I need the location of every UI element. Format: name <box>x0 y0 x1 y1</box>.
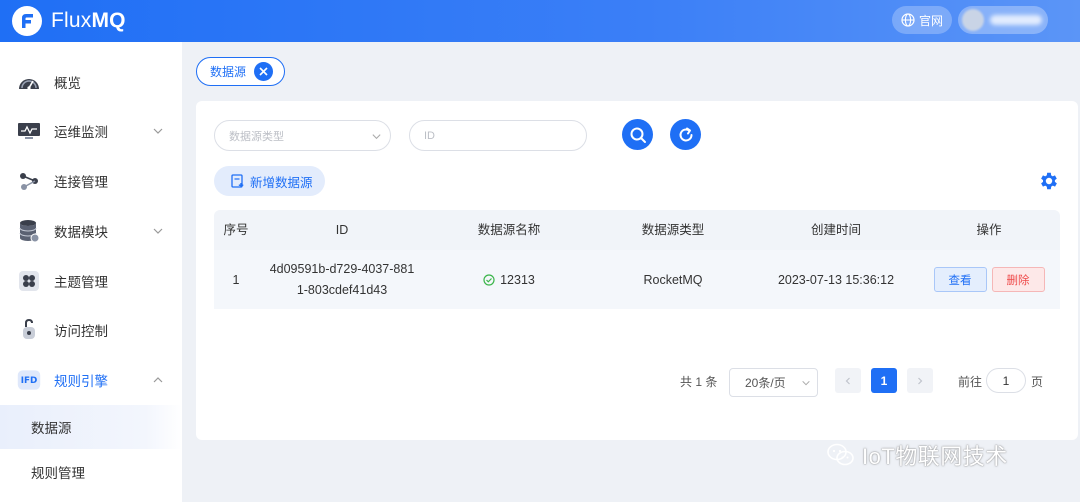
search-button[interactable] <box>622 119 653 150</box>
column-header-index: 序号 <box>223 223 249 237</box>
tab-datasource[interactable]: 数据源 <box>196 57 285 86</box>
row-created: 2023-07-13 15:36:12 <box>777 272 895 287</box>
column-header-actions: 操作 <box>976 223 1002 237</box>
sidebar: 概览 运维监测 连接管理 数据模块 主题管理 访问控制 IFD 规则引擎 数据源… <box>0 42 182 502</box>
sidebar-item-data-modules[interactable]: 数据模块 <box>0 207 182 255</box>
row-id-line-1: 4d09591b-d729-4037-881 <box>269 261 415 276</box>
sidebar-item-rule-engine[interactable]: IFD 规则引擎 <box>0 356 182 404</box>
page-size-select[interactable]: 20条/页 <box>729 368 818 397</box>
rule-engine-icon: IFD <box>17 368 41 392</box>
row-actions: 查看 删除 <box>918 250 1060 309</box>
search-icon <box>630 127 646 143</box>
sidebar-item-access-control[interactable]: 访问控制 <box>0 306 182 354</box>
sidebar-item-label: 连接管理 <box>54 175 108 190</box>
goto-page-input[interactable]: 1 <box>986 368 1026 393</box>
sidebar-subitem-label: 规则管理 <box>31 466 85 481</box>
column-header-name: 数据源名称 <box>477 223 541 237</box>
sidebar-item-label: 运维监测 <box>54 125 108 140</box>
user-name-blurred <box>990 15 1042 25</box>
wechat-icon <box>827 443 854 466</box>
select-placeholder: 数据源类型 <box>229 130 284 143</box>
row-type: RocketMQ <box>643 272 703 287</box>
chevron-down-icon <box>153 128 163 134</box>
watermark-text: IoT物联网技术 <box>862 444 1008 469</box>
tab-label: 数据源 <box>210 65 247 79</box>
watermark: IoT物联网技术 <box>826 440 1008 470</box>
chevron-right-icon <box>918 377 923 384</box>
access-control-icon <box>17 318 41 342</box>
sidebar-item-label: 访问控制 <box>54 324 108 339</box>
sidebar-item-label: 主题管理 <box>54 275 108 290</box>
delete-button[interactable]: 删除 <box>991 267 1045 292</box>
add-datasource-label: 新增数据源 <box>250 175 313 190</box>
table-row: 1 4d09591b-d729-4037-881 1-803cdef41d43 … <box>214 250 1060 309</box>
close-icon[interactable] <box>254 62 273 81</box>
refresh-button[interactable] <box>670 119 701 150</box>
chevron-down-icon <box>153 228 163 234</box>
next-page-button[interactable] <box>907 368 933 393</box>
sidebar-subitem-label: 数据源 <box>31 421 72 436</box>
official-site-label: 官网 <box>918 13 943 28</box>
topics-icon <box>17 269 41 293</box>
chevron-left-icon <box>845 377 850 384</box>
column-header-type: 数据源类型 <box>641 223 705 237</box>
dashboard-gauge-icon <box>17 70 41 94</box>
sidebar-item-topics[interactable]: 主题管理 <box>0 257 182 305</box>
sidebar-subitem-rules[interactable]: 规则管理 <box>0 450 182 494</box>
sidebar-subitem-datasource[interactable]: 数据源 <box>0 405 182 449</box>
page-number-current[interactable]: 1 <box>871 368 897 393</box>
input-placeholder: ID <box>424 129 435 142</box>
page-size-value: 20条/页 <box>745 376 786 390</box>
column-header-created: 创建时间 <box>810 223 861 237</box>
globe-icon <box>901 13 915 27</box>
column-header-id: ID <box>335 223 349 237</box>
sidebar-item-label: 规则引擎 <box>54 374 108 389</box>
add-datasource-button[interactable]: 新增数据源 <box>214 166 325 196</box>
svg-text:IFD: IFD <box>21 376 38 386</box>
refresh-icon <box>679 127 692 141</box>
row-name: 12313 <box>426 250 592 309</box>
top-bar: FluxMQ 官网 <box>0 0 1080 42</box>
check-circle-icon <box>483 273 495 286</box>
table-header: 序号 ID 数据源名称 数据源类型 创建时间 操作 <box>214 210 1060 250</box>
id-search-input[interactable]: ID <box>409 120 587 151</box>
logo-f-icon <box>12 6 42 36</box>
sidebar-item-ops-monitoring[interactable]: 运维监测 <box>0 107 182 155</box>
app-logo[interactable]: FluxMQ <box>12 6 126 36</box>
row-id: 4d09591b-d729-4037-881 1-803cdef41d43 <box>258 250 426 309</box>
avatar <box>962 9 984 31</box>
monitor-icon <box>17 119 41 143</box>
connections-icon <box>17 169 41 193</box>
chevron-up-icon <box>153 377 163 383</box>
sidebar-item-connections[interactable]: 连接管理 <box>0 157 182 205</box>
official-site-button[interactable]: 官网 <box>892 6 952 34</box>
view-button[interactable]: 查看 <box>933 267 987 292</box>
chevron-down-icon <box>372 134 381 140</box>
row-name-text: 12313 <box>500 272 535 287</box>
app-name: FluxMQ <box>51 9 126 32</box>
main-panel: 数据源类型 ID 新增数据源 序号 ID 数据源名称 数据源类型 创建时间 操作… <box>196 101 1078 440</box>
pagination-total: 共 1 条 <box>680 375 718 389</box>
add-document-icon <box>231 174 244 188</box>
row-id-line-2: 1-803cdef41d43 <box>296 282 388 297</box>
user-menu[interactable] <box>958 6 1048 34</box>
sidebar-item-label: 数据模块 <box>54 225 108 240</box>
chevron-down-icon <box>802 380 810 386</box>
prev-page-button[interactable] <box>835 368 861 393</box>
database-icon <box>17 219 41 243</box>
goto-label: 前往 <box>958 375 983 389</box>
gear-icon[interactable] <box>1038 170 1060 192</box>
sidebar-item-label: 概览 <box>54 76 81 91</box>
datasource-table: 序号 ID 数据源名称 数据源类型 创建时间 操作 1 4d09591b-d72… <box>214 210 1060 309</box>
row-index: 1 <box>232 272 240 287</box>
sidebar-item-overview[interactable]: 概览 <box>0 58 182 106</box>
goto-unit: 页 <box>1031 375 1044 389</box>
datasource-type-select[interactable]: 数据源类型 <box>214 120 391 151</box>
